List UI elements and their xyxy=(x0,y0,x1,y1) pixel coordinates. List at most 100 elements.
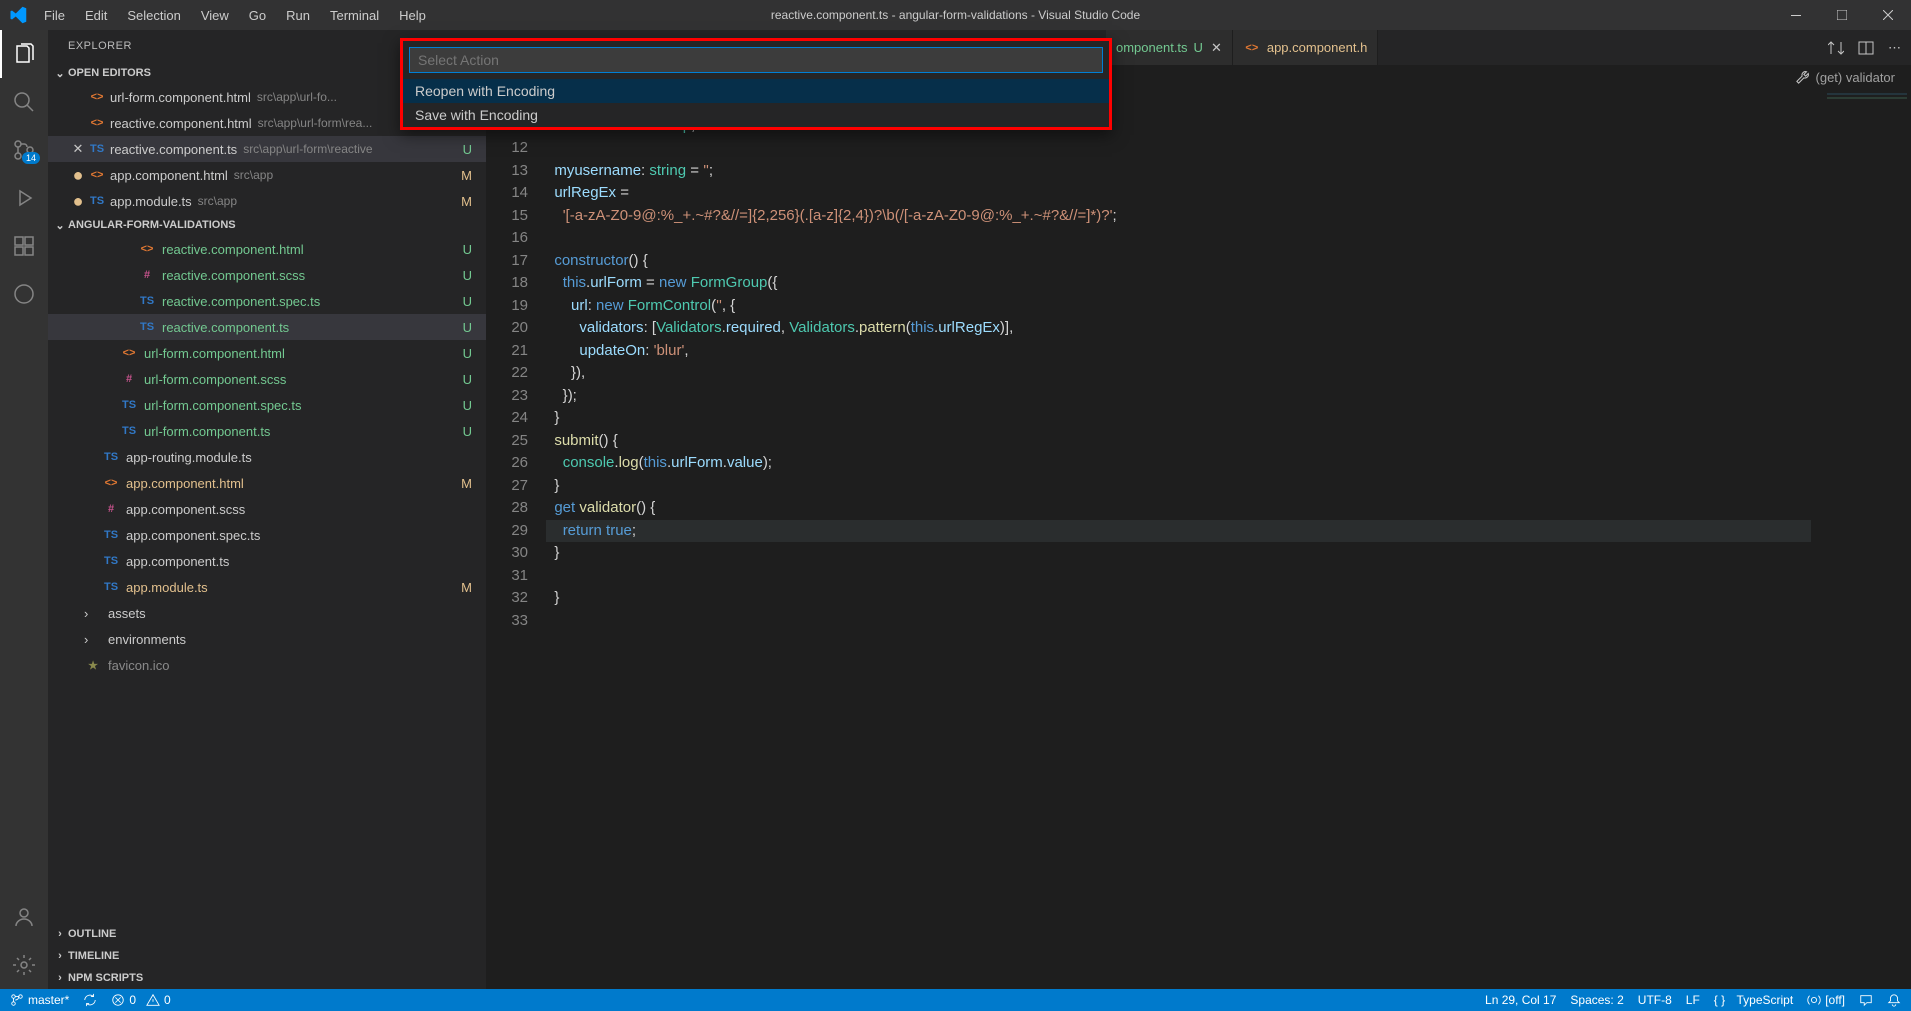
status-language[interactable]: { } TypeScript xyxy=(1714,993,1793,1007)
status-golive[interactable]: [off] xyxy=(1807,993,1845,1007)
activity-explorer[interactable] xyxy=(0,30,48,78)
tree-item[interactable]: <>app.component.htmlM xyxy=(48,470,486,496)
status-sync[interactable] xyxy=(83,993,97,1007)
split-icon[interactable] xyxy=(1858,40,1874,56)
ts-icon: TS xyxy=(102,529,120,541)
quick-input-item[interactable]: Reopen with Encoding xyxy=(403,79,1109,103)
sidebar: EXPLORER ⌄OPEN EDITORS <>url-form.compon… xyxy=(48,30,486,989)
minimap[interactable] xyxy=(1811,89,1911,989)
menu-go[interactable]: Go xyxy=(240,4,275,27)
quick-input: Reopen with EncodingSave with Encoding xyxy=(400,38,1112,130)
window-title: reactive.component.ts - angular-form-val… xyxy=(771,8,1140,22)
html-icon: <> xyxy=(120,347,138,359)
quick-input-item[interactable]: Save with Encoding xyxy=(403,103,1109,127)
outline-header[interactable]: ›OUTLINE xyxy=(48,923,486,945)
tab-reactive-component-ts[interactable]: omponent.ts U ✕ xyxy=(1106,30,1233,65)
tree-item[interactable]: ›environments xyxy=(48,626,486,652)
tree-item[interactable]: <>url-form.component.htmlU xyxy=(48,340,486,366)
tree-item[interactable]: TSapp.component.ts xyxy=(48,548,486,574)
activity-account[interactable] xyxy=(0,893,48,941)
chevron-icon: › xyxy=(84,632,102,647)
main-menu: FileEditSelectionViewGoRunTerminalHelp xyxy=(35,4,435,27)
tree-item[interactable]: #reactive.component.scssU xyxy=(48,262,486,288)
activity-search[interactable] xyxy=(0,78,48,126)
project-header[interactable]: ⌄ANGULAR-FORM-VALIDATIONS xyxy=(48,214,486,236)
close-icon[interactable]: ✕ xyxy=(1211,40,1222,56)
status-problems[interactable]: 0 0 xyxy=(111,993,170,1007)
code-editor[interactable]: 1011121314151617181920212223242526272829… xyxy=(486,89,1911,989)
tree-item[interactable]: #app.component.scss xyxy=(48,496,486,522)
activity-scm[interactable]: 14 xyxy=(0,126,48,174)
timeline-header[interactable]: ›TIMELINE xyxy=(48,945,486,967)
html-icon: <> xyxy=(138,243,156,255)
ts-icon: TS xyxy=(102,555,120,567)
tree-item[interactable]: ★favicon.ico xyxy=(48,652,486,678)
tree-item[interactable]: TSreactive.component.tsU xyxy=(48,314,486,340)
status-branch[interactable]: master* xyxy=(10,993,69,1007)
maximize-button[interactable] xyxy=(1819,0,1865,30)
close-window-button[interactable] xyxy=(1865,0,1911,30)
tree-item[interactable]: #url-form.component.scssU xyxy=(48,366,486,392)
menu-file[interactable]: File xyxy=(35,4,74,27)
activity-settings[interactable] xyxy=(0,941,48,989)
quick-input-field[interactable] xyxy=(409,47,1103,73)
chevron-icon: › xyxy=(84,606,102,621)
tree-item[interactable]: ›assets xyxy=(48,600,486,626)
ts-icon: TS xyxy=(120,425,138,437)
ts-icon: TS xyxy=(88,143,106,155)
scss-icon: # xyxy=(102,503,120,515)
tab-actions: ⋯ xyxy=(1818,30,1911,65)
status-feedback[interactable] xyxy=(1859,993,1873,1007)
tree-item[interactable]: TSurl-form.component.spec.tsU xyxy=(48,392,486,418)
editor-area: omponent.ts U ✕ <> app.component.h ⋯ (ge… xyxy=(486,30,1911,989)
status-bell[interactable] xyxy=(1887,993,1901,1007)
status-encoding[interactable]: UTF-8 xyxy=(1638,993,1672,1007)
compare-icon[interactable] xyxy=(1828,40,1844,56)
npm-scripts-header[interactable]: ›NPM SCRIPTS xyxy=(48,967,486,989)
html-icon: <> xyxy=(102,477,120,489)
open-editor-item[interactable]: ✕TSreactive.component.tssrc\app\url-form… xyxy=(48,136,486,162)
status-eol[interactable]: LF xyxy=(1686,993,1700,1007)
more-icon[interactable]: ⋯ xyxy=(1888,40,1901,56)
close-icon[interactable]: ✕ xyxy=(68,141,88,157)
tree-item[interactable]: <>reactive.component.htmlU xyxy=(48,236,486,262)
star-icon: ★ xyxy=(84,659,102,672)
html-icon: <> xyxy=(1243,42,1261,54)
menu-edit[interactable]: Edit xyxy=(76,4,116,27)
menu-run[interactable]: Run xyxy=(277,4,319,27)
wrench-icon xyxy=(1796,70,1810,84)
scss-icon: # xyxy=(120,373,138,385)
tree-item[interactable]: TSapp-routing.module.ts xyxy=(48,444,486,470)
modified-dot-icon: ● xyxy=(68,165,88,186)
minimize-button[interactable] xyxy=(1773,0,1819,30)
activity-extensions[interactable] xyxy=(0,222,48,270)
html-icon: <> xyxy=(88,117,106,129)
scss-icon: # xyxy=(138,269,156,281)
activity-remote[interactable] xyxy=(0,270,48,318)
ts-icon: TS xyxy=(138,321,156,333)
vscode-icon xyxy=(0,6,35,24)
menu-selection[interactable]: Selection xyxy=(118,4,189,27)
menu-help[interactable]: Help xyxy=(390,4,435,27)
open-editor-item[interactable]: ●TSapp.module.tssrc\appM xyxy=(48,188,486,214)
tree-item[interactable]: TSreactive.component.spec.tsU xyxy=(48,288,486,314)
ts-icon: TS xyxy=(102,451,120,463)
status-ln-col[interactable]: Ln 29, Col 17 xyxy=(1485,993,1556,1007)
scm-badge: 14 xyxy=(22,152,40,164)
activitybar: 14 xyxy=(0,30,48,989)
html-icon: <> xyxy=(88,91,106,103)
open-editor-item[interactable]: ●<>app.component.htmlsrc\appM xyxy=(48,162,486,188)
tree-item[interactable]: TSurl-form.component.tsU xyxy=(48,418,486,444)
ts-icon: TS xyxy=(138,295,156,307)
titlebar: FileEditSelectionViewGoRunTerminalHelp r… xyxy=(0,0,1911,30)
ts-icon: TS xyxy=(102,581,120,593)
tree-item[interactable]: TSapp.component.spec.ts xyxy=(48,522,486,548)
menu-terminal[interactable]: Terminal xyxy=(321,4,388,27)
ts-icon: TS xyxy=(120,399,138,411)
tab-app-component-html[interactable]: <> app.component.h xyxy=(1233,30,1378,65)
tree-item[interactable]: TSapp.module.tsM xyxy=(48,574,486,600)
activity-debug[interactable] xyxy=(0,174,48,222)
menu-view[interactable]: View xyxy=(192,4,238,27)
statusbar: master* 0 0 Ln 29, Col 17 Spaces: 2 UTF-… xyxy=(0,989,1911,1011)
status-spaces[interactable]: Spaces: 2 xyxy=(1570,993,1623,1007)
